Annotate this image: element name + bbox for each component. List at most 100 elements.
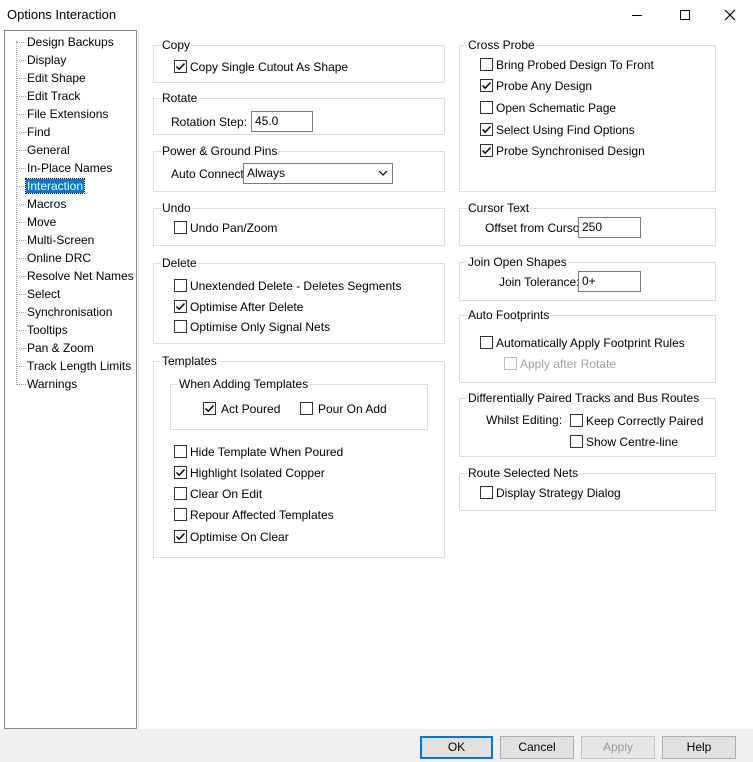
checkbox-label: Clear On Edit bbox=[190, 487, 263, 501]
tree-connector bbox=[16, 132, 26, 133]
checkbox-box bbox=[174, 221, 187, 234]
tree-connector bbox=[16, 384, 26, 385]
tree-item[interactable]: Track Length Limits bbox=[5, 357, 136, 375]
tree-item[interactable]: Move bbox=[5, 213, 136, 231]
route-selected-group: Route Selected Nets Display Strategy Dia… bbox=[459, 466, 716, 511]
tree-connector bbox=[16, 258, 26, 259]
cancel-button[interactable]: Cancel bbox=[500, 736, 574, 759]
tree-item[interactable]: Edit Shape bbox=[5, 69, 136, 87]
tree-item[interactable]: Select bbox=[5, 285, 136, 303]
checkbox-box bbox=[174, 487, 187, 500]
tree-connector bbox=[16, 60, 26, 61]
tree-item[interactable]: Find bbox=[5, 123, 136, 141]
help-button[interactable]: Help bbox=[662, 736, 736, 759]
tree-item[interactable]: Synchronisation bbox=[5, 303, 136, 321]
checkbox-box bbox=[174, 508, 187, 521]
options-tree[interactable]: Design Backups Display Edit Shape Edit Trac… bbox=[4, 30, 137, 729]
apply-button[interactable]: Apply bbox=[581, 736, 655, 759]
checkbox-label: Optimise On Clear bbox=[190, 530, 289, 544]
checkmark-icon bbox=[175, 468, 186, 477]
window-title: Options Interaction bbox=[7, 7, 117, 22]
tree-item[interactable]: Resolve Net Names bbox=[5, 267, 136, 285]
checkmark-icon bbox=[175, 62, 186, 71]
templates-legend: Templates bbox=[161, 354, 218, 368]
join-open-shapes-group: Join Open Shapes Join Tolerance: 0+ bbox=[459, 255, 716, 301]
tree-item-label: In-Place Names bbox=[27, 161, 113, 175]
close-icon bbox=[724, 9, 736, 21]
rotate-legend: Rotate bbox=[161, 91, 199, 105]
tree-item[interactable]: General bbox=[5, 141, 136, 159]
delete-legend: Delete bbox=[161, 256, 198, 270]
templates-group: Templates When Adding Templates Act Pour… bbox=[153, 354, 445, 558]
tree-item[interactable]: File Extensions bbox=[5, 105, 136, 123]
maximize-icon bbox=[680, 10, 690, 21]
tree-connector bbox=[16, 114, 26, 115]
tree-item[interactable]: Tooltips bbox=[5, 321, 136, 339]
copy-legend: Copy bbox=[161, 38, 192, 52]
tree-connector bbox=[16, 42, 26, 43]
minimize-button[interactable] bbox=[614, 0, 660, 28]
checkbox-label: Hide Template When Poured bbox=[190, 445, 344, 459]
tree-item-label: Online DRC bbox=[27, 251, 92, 265]
tree-item[interactable]: Pan & Zoom bbox=[5, 339, 136, 357]
auto-footprints-group: Auto Footprints Automatically Apply Foot… bbox=[459, 308, 716, 383]
tree-connector bbox=[16, 150, 26, 151]
tree-connector bbox=[16, 168, 26, 169]
ok-button[interactable]: OK bbox=[420, 736, 493, 759]
when-adding-legend: When Adding Templates bbox=[178, 377, 310, 391]
offset-from-cursor-input[interactable]: 250 bbox=[578, 217, 641, 238]
close-button[interactable] bbox=[707, 0, 753, 28]
tree-item[interactable]: Warnings bbox=[5, 375, 136, 393]
undo-legend: Undo bbox=[161, 201, 192, 215]
join-tolerance-input[interactable]: 0+ bbox=[578, 271, 641, 292]
tree-connector bbox=[16, 204, 26, 205]
tree-item[interactable]: Multi-Screen bbox=[5, 231, 136, 249]
rotate-group: Rotate Rotation Step: 45.0 bbox=[153, 91, 445, 135]
checkbox-box bbox=[570, 414, 583, 427]
minimize-icon bbox=[632, 14, 642, 16]
checkbox-label: Pour On Add bbox=[318, 402, 387, 416]
checkbox-box bbox=[174, 445, 187, 458]
checkbox-label: Unextended Delete - Deletes Segments bbox=[190, 279, 402, 293]
checkbox-box bbox=[174, 530, 187, 543]
tree-item-label: Pan & Zoom bbox=[27, 341, 94, 355]
route-selected-legend: Route Selected Nets bbox=[467, 466, 580, 480]
auto-connect-dropdown[interactable]: Always bbox=[243, 163, 393, 184]
tree-item[interactable]: Design Backups bbox=[5, 33, 136, 51]
tree-item[interactable]: Edit Track bbox=[5, 87, 136, 105]
tree-item-label: Track Length Limits bbox=[27, 359, 132, 373]
checkmark-icon bbox=[175, 302, 186, 311]
tree-item[interactable]: Online DRC bbox=[5, 249, 136, 267]
checkbox-label: Apply after Rotate bbox=[520, 357, 617, 371]
tree-connector bbox=[16, 276, 26, 277]
checkbox-label: Act Poured bbox=[221, 402, 281, 416]
tree-item[interactable]: In-Place Names bbox=[5, 159, 136, 177]
checkbox-label: Keep Correctly Paired bbox=[586, 414, 704, 428]
join-open-legend: Join Open Shapes bbox=[467, 255, 568, 269]
checkbox-box bbox=[570, 435, 583, 448]
tree-item[interactable]: Macros bbox=[5, 195, 136, 213]
checkbox-label: Copy Single Cutout As Shape bbox=[190, 60, 349, 74]
checkbox-box bbox=[480, 336, 493, 349]
maximize-button[interactable] bbox=[662, 0, 708, 28]
checkbox-label: Show Centre-line bbox=[586, 435, 679, 449]
checkmark-icon bbox=[481, 125, 492, 134]
checkbox-box bbox=[174, 466, 187, 479]
tree-item-label: Interaction bbox=[24, 178, 86, 194]
tree-connector bbox=[16, 294, 26, 295]
checkbox-label: Bring Probed Design To Front bbox=[496, 58, 654, 72]
power-ground-group: Power & Ground Pins Auto Connect: Always bbox=[153, 144, 445, 192]
cursor-text-legend: Cursor Text bbox=[467, 201, 531, 215]
checkmark-icon bbox=[481, 81, 492, 90]
rotation-step-input[interactable]: 45.0 bbox=[251, 111, 313, 132]
rotation-step-label: Rotation Step: bbox=[171, 115, 248, 129]
tree-item-label: Resolve Net Names bbox=[27, 269, 134, 283]
checkbox-box bbox=[203, 402, 216, 415]
tree-item[interactable]: Display bbox=[5, 51, 136, 69]
checkbox-box bbox=[480, 79, 493, 92]
tree-item-label: Warnings bbox=[27, 377, 78, 391]
checkbox-box bbox=[480, 101, 493, 114]
delete-group: Delete Unextended Delete - Deletes Segme… bbox=[153, 256, 445, 344]
tree-item-label: Tooltips bbox=[27, 323, 68, 337]
tree-item[interactable]: Interaction bbox=[5, 177, 136, 195]
